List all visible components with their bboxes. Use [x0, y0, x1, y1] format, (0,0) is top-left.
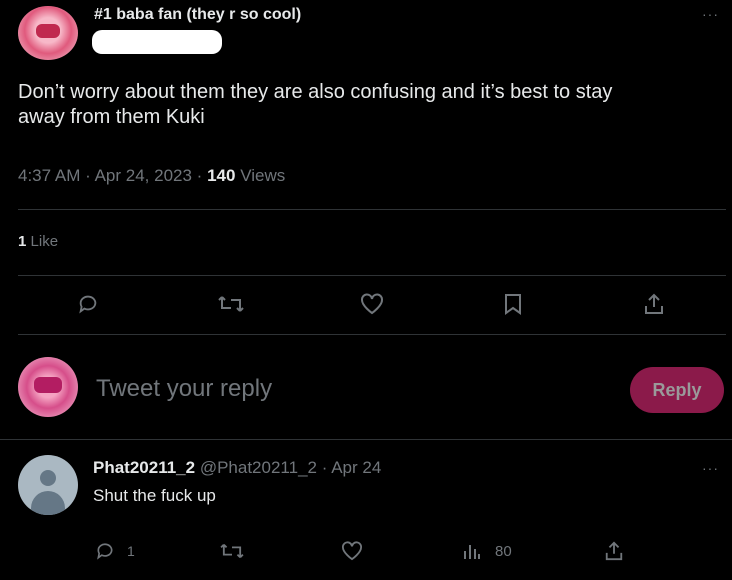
views-chart-icon — [463, 541, 481, 561]
share-icon[interactable] — [643, 293, 665, 315]
more-options-icon[interactable]: ··· — [702, 6, 719, 22]
reply-share-icon[interactable] — [604, 541, 624, 561]
avatar-face-icon — [34, 377, 62, 393]
divider — [18, 275, 726, 276]
likes-count: 1 — [18, 233, 27, 250]
reply-author-name[interactable]: Phat20211_2 — [93, 458, 195, 477]
meta-separator: · — [196, 166, 203, 185]
user-avatar[interactable] — [18, 357, 78, 417]
reply-icon[interactable] — [77, 293, 99, 315]
author-name[interactable]: #1 baba fan (they r so cool) — [94, 6, 301, 24]
reply-retweet-icon[interactable] — [220, 541, 244, 561]
reply-like-icon[interactable] — [341, 541, 363, 561]
views-label: Views — [240, 166, 286, 185]
tweet-meta: 4:37 AM · Apr 24, 2023 · 140 Views — [18, 166, 285, 186]
author-avatar[interactable] — [18, 6, 78, 60]
meta-separator: · — [85, 166, 91, 185]
reply-button[interactable]: Reply — [630, 367, 724, 413]
meta-separator: · — [321, 458, 328, 477]
divider — [18, 334, 726, 335]
views-count: 140 — [207, 166, 236, 185]
reply-text: Shut the fuck up — [93, 486, 216, 505]
reply-more-options-icon[interactable]: ··· — [702, 460, 719, 476]
tweet-date[interactable]: Apr 24, 2023 — [95, 166, 192, 185]
likes-stat[interactable]: 1 Like — [18, 233, 58, 250]
reply-input[interactable]: Tweet your reply — [96, 375, 272, 403]
bookmark-icon[interactable] — [503, 293, 523, 315]
like-icon[interactable] — [360, 293, 384, 315]
divider — [18, 209, 726, 210]
tweet-time[interactable]: 4:37 AM — [18, 166, 80, 185]
reply-date[interactable]: Apr 24 — [331, 458, 381, 477]
default-avatar-head-icon — [40, 470, 56, 486]
tweet-body-line-2: away from them Kuki — [18, 106, 205, 128]
default-avatar-body-icon — [31, 491, 65, 515]
likes-label: Like — [30, 233, 59, 250]
reply-reply-action[interactable]: 1 — [95, 541, 135, 561]
reply-count: 1 — [127, 543, 135, 559]
reply-author-handle[interactable]: @Phat20211_2 — [200, 458, 317, 477]
avatar-face-icon — [36, 24, 60, 38]
reply-views-action[interactable]: 80 — [463, 541, 512, 561]
tweet-body-line-1: Don’t worry about them they are also con… — [18, 81, 613, 103]
tweet-body: Don’t worry about them they are also con… — [18, 80, 612, 130]
reply-author-avatar[interactable] — [18, 455, 78, 515]
divider — [0, 439, 732, 440]
reply-views-count: 80 — [495, 542, 512, 560]
reply-header: Phat20211_2 @Phat20211_2 · Apr 24 — [93, 458, 381, 478]
reply-icon — [95, 541, 115, 561]
retweet-icon[interactable] — [218, 293, 244, 315]
author-handle-redacted — [92, 30, 222, 54]
